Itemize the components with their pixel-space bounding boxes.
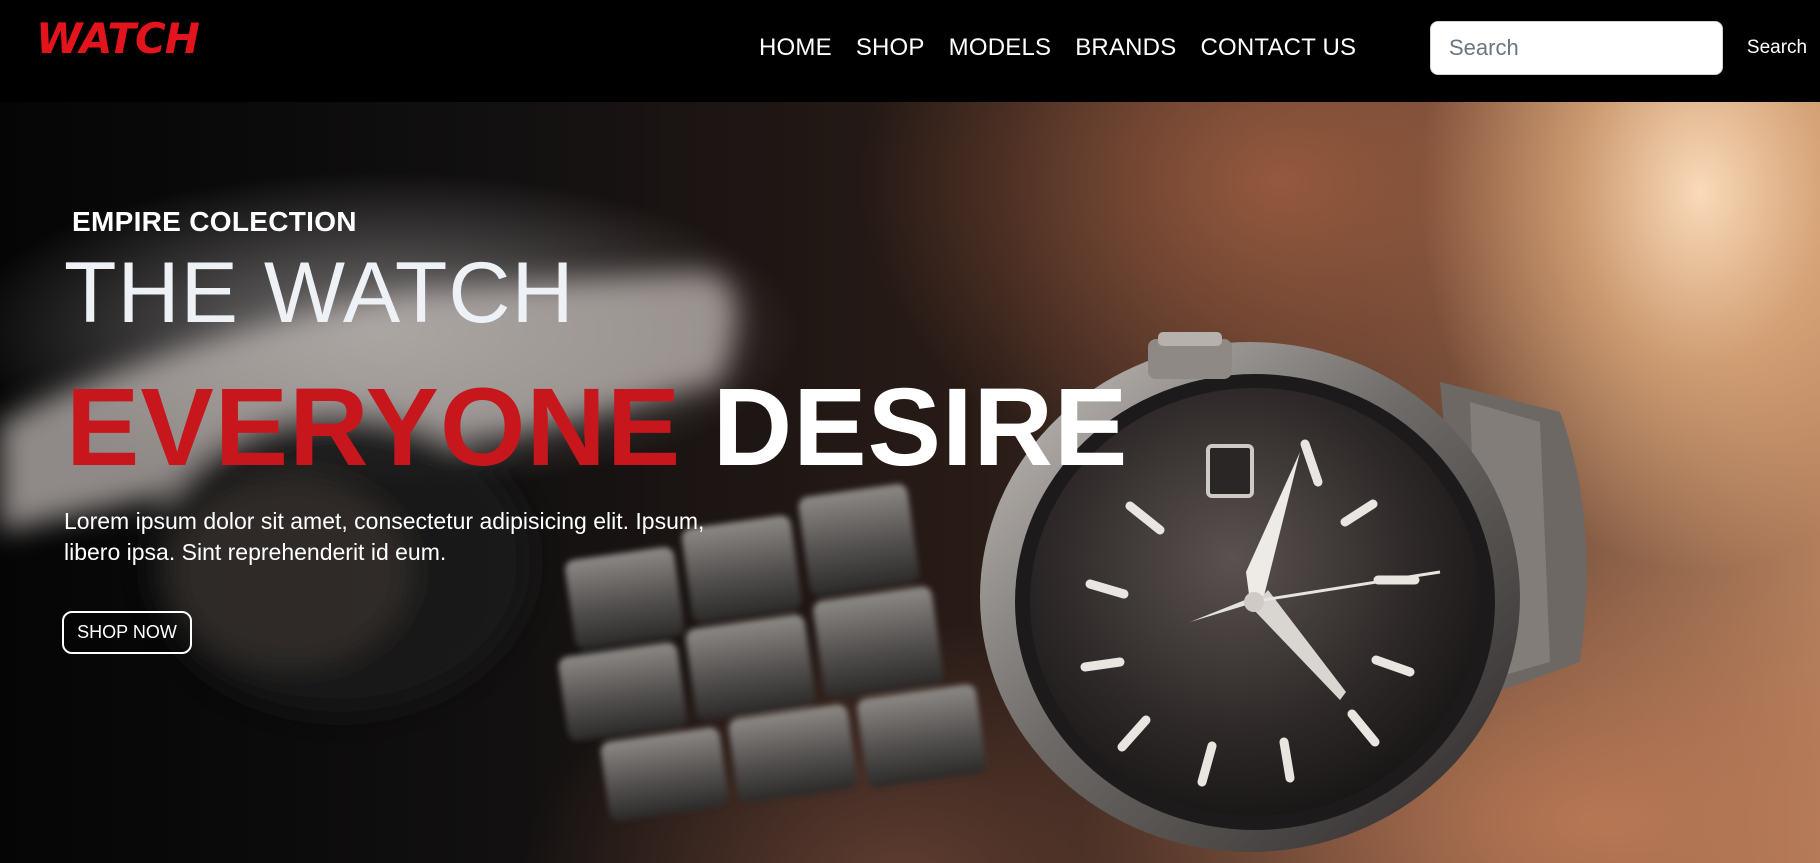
- hero-description: Lorem ipsum dolor sit amet, consectetur …: [64, 508, 705, 565]
- nav-link-models[interactable]: MODELS: [949, 34, 1052, 62]
- headline-red-word: EVERYONE: [66, 366, 682, 489]
- brand-logo[interactable]: WATCH: [36, 14, 200, 63]
- search-button[interactable]: Search: [1742, 21, 1812, 75]
- search-input[interactable]: [1430, 21, 1723, 75]
- navbar: WATCH HOME SHOP MODELS BRANDS CONTACT US…: [0, 0, 1820, 102]
- headline-white-word: DESIRE: [712, 366, 1129, 489]
- hero-headline-line2: EVERYONE DESIRE: [66, 364, 1128, 491]
- hero-headline-line1: THE WATCH: [64, 245, 575, 341]
- nav-link-contact-us[interactable]: CONTACT US: [1200, 34, 1356, 62]
- nav-link-home[interactable]: HOME: [759, 34, 832, 62]
- collection-label: EMPIRE COLECTION: [72, 206, 357, 237]
- shop-now-button[interactable]: SHOP NOW: [62, 611, 192, 654]
- nav-link-shop[interactable]: SHOP: [856, 34, 925, 62]
- date-window: [1206, 444, 1254, 498]
- main-nav: HOME SHOP MODELS BRANDS CONTACT US: [759, 34, 1356, 62]
- hero-section: EMPIRE COLECTION THE WATCH EVERYONE DESI…: [0, 102, 1820, 863]
- nav-link-brands[interactable]: BRANDS: [1075, 34, 1176, 62]
